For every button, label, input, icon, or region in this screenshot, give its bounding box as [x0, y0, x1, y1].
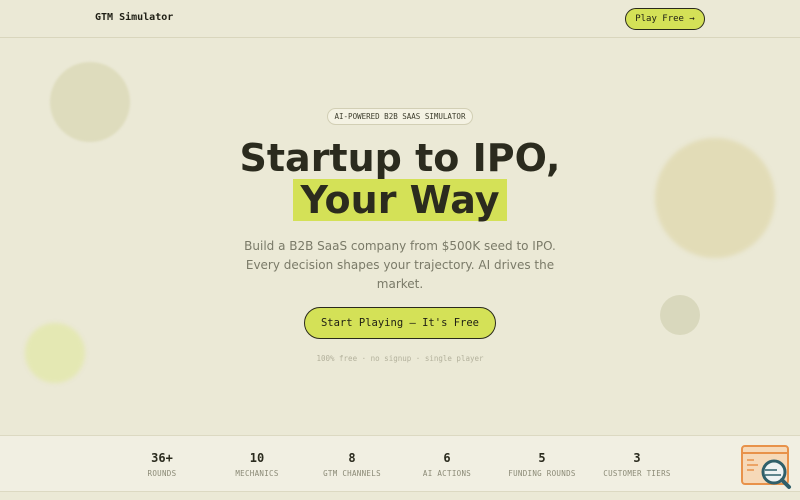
stat-label: FUNDING ROUNDS [508, 469, 576, 478]
stat-value: 6 [443, 451, 451, 465]
start-playing-button[interactable]: Start Playing — It's Free [304, 307, 496, 339]
hero-note: 100% free · no signup · single player [316, 354, 484, 363]
stat-label: AI ACTIONS [422, 469, 472, 478]
stat-label: CUSTOMER TIERS [603, 469, 671, 478]
stat-label: GTM CHANNELS [323, 469, 381, 478]
hero-subtitle: Build a B2B SaaS company from $500K seed… [244, 239, 556, 291]
hero-badge: AI-POWERED B2B SAAS SIMULATOR [327, 108, 473, 125]
stat-value: 10 [249, 451, 265, 465]
hero-title-line1: Startup to IPO, [239, 136, 561, 180]
stat-value: 5 [538, 451, 546, 465]
stat-value: 3 [633, 451, 641, 465]
terminal-search-icon[interactable] [740, 444, 792, 490]
decorative-blob [50, 62, 130, 142]
play-free-button[interactable]: Play Free → [625, 8, 705, 30]
stat-customer-tiers: 3 CUSTOMER TIERS [582, 451, 692, 478]
stat-label: ROUNDS [147, 469, 177, 478]
decorative-blob [660, 295, 700, 335]
logo-text[interactable]: GTM Simulator [95, 12, 173, 23]
stat-value: 8 [348, 451, 356, 465]
bottom-strip [0, 492, 800, 500]
top-nav: GTM Simulator Play Free → [0, 0, 800, 38]
hero-title-highlight: Your Way [292, 179, 508, 221]
stat-rounds: 36+ ROUNDS [107, 451, 217, 478]
stat-funding-rounds: 5 FUNDING ROUNDS [487, 451, 597, 478]
stat-ai-actions: 6 AI ACTIONS [392, 451, 502, 478]
stat-label: MECHANICS [235, 469, 279, 478]
landing-page: GTM Simulator Play Free → AI-POWERED B2B… [0, 0, 800, 500]
stat-gtm-channels: 8 GTM CHANNELS [297, 451, 407, 478]
stats-bar: 36+ ROUNDS 10 MECHANICS 8 GTM CHANNELS 6… [0, 435, 800, 492]
hero-title-line2-wrapper: Your Way [0, 179, 800, 221]
stat-value: 36+ [151, 451, 173, 465]
decorative-blob [25, 323, 85, 383]
stat-mechanics: 10 MECHANICS [202, 451, 312, 478]
